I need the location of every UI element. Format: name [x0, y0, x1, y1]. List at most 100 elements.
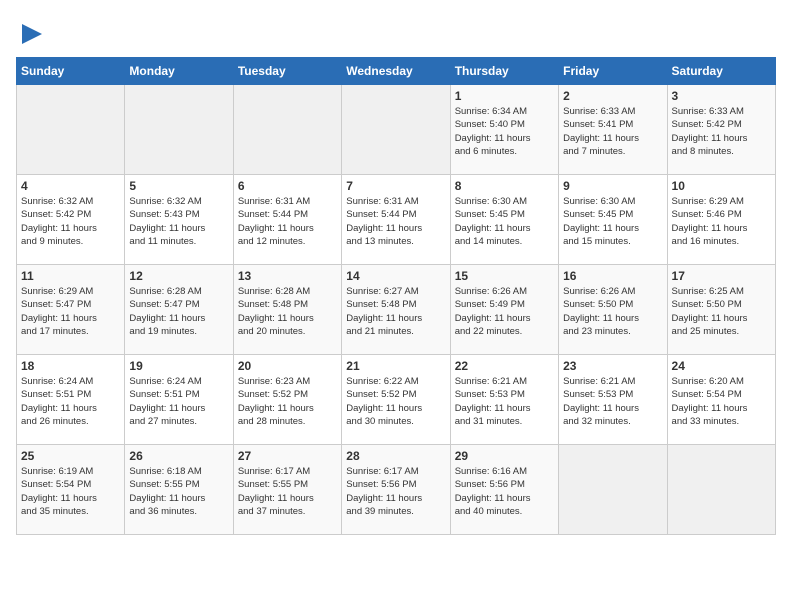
day-info: Sunrise: 6:25 AM Sunset: 5:50 PM Dayligh…: [672, 285, 771, 338]
dow-monday: Monday: [125, 58, 233, 85]
dow-sunday: Sunday: [17, 58, 125, 85]
day-info: Sunrise: 6:17 AM Sunset: 5:56 PM Dayligh…: [346, 465, 445, 518]
calendar-cell: [667, 445, 775, 535]
day-number: 23: [563, 359, 662, 373]
day-number: 17: [672, 269, 771, 283]
week-row-3: 18 Sunrise: 6:24 AM Sunset: 5:51 PM Dayli…: [17, 355, 776, 445]
logo-flag-icon: [18, 20, 46, 48]
day-info: Sunrise: 6:18 AM Sunset: 5:55 PM Dayligh…: [129, 465, 228, 518]
day-number: 21: [346, 359, 445, 373]
day-number: 24: [672, 359, 771, 373]
day-info: Sunrise: 6:34 AM Sunset: 5:40 PM Dayligh…: [455, 105, 554, 158]
day-number: 29: [455, 449, 554, 463]
day-number: 3: [672, 89, 771, 103]
calendar-cell: [559, 445, 667, 535]
day-number: 1: [455, 89, 554, 103]
week-row-2: 11 Sunrise: 6:29 AM Sunset: 5:47 PM Dayli…: [17, 265, 776, 355]
day-number: 16: [563, 269, 662, 283]
dow-tuesday: Tuesday: [233, 58, 341, 85]
calendar-cell: 23 Sunrise: 6:21 AM Sunset: 5:53 PM Dayli…: [559, 355, 667, 445]
day-info: Sunrise: 6:29 AM Sunset: 5:47 PM Dayligh…: [21, 285, 120, 338]
calendar-cell: 22 Sunrise: 6:21 AM Sunset: 5:53 PM Dayli…: [450, 355, 558, 445]
calendar-cell: 13Sunrise: 6:28 AM Sunset: 5:48 PM Dayli…: [233, 265, 341, 355]
day-info: Sunrise: 6:24 AM Sunset: 5:51 PM Dayligh…: [129, 375, 228, 428]
day-info: Sunrise: 6:21 AM Sunset: 5:53 PM Dayligh…: [455, 375, 554, 428]
week-row-1: 4 Sunrise: 6:32 AM Sunset: 5:42 PM Daylig…: [17, 175, 776, 265]
day-number: 15: [455, 269, 554, 283]
day-info: Sunrise: 6:32 AM Sunset: 5:42 PM Dayligh…: [21, 195, 120, 248]
day-info: Sunrise: 6:24 AM Sunset: 5:51 PM Dayligh…: [21, 375, 120, 428]
day-number: 20: [238, 359, 337, 373]
day-info: Sunrise: 6:30 AM Sunset: 5:45 PM Dayligh…: [455, 195, 554, 248]
day-number: 25: [21, 449, 120, 463]
day-number: 9: [563, 179, 662, 193]
day-number: 12: [129, 269, 228, 283]
calendar-table: SundayMondayTuesdayWednesdayThursdayFrid…: [16, 57, 776, 535]
day-number: 22: [455, 359, 554, 373]
day-number: 28: [346, 449, 445, 463]
day-number: 2: [563, 89, 662, 103]
day-number: 7: [346, 179, 445, 193]
calendar-cell: 15 Sunrise: 6:26 AM Sunset: 5:49 PM Dayli…: [450, 265, 558, 355]
day-number: 18: [21, 359, 120, 373]
day-of-week-header-row: SundayMondayTuesdayWednesdayThursdayFrid…: [17, 58, 776, 85]
day-number: 11: [21, 269, 120, 283]
dow-friday: Friday: [559, 58, 667, 85]
calendar-cell: 16Sunrise: 6:26 AM Sunset: 5:50 PM Dayli…: [559, 265, 667, 355]
day-info: Sunrise: 6:20 AM Sunset: 5:54 PM Dayligh…: [672, 375, 771, 428]
calendar-cell: 9 Sunrise: 6:30 AM Sunset: 5:45 PM Daylig…: [559, 175, 667, 265]
calendar-cell: 3 Sunrise: 6:33 AM Sunset: 5:42 PM Daylig…: [667, 85, 775, 175]
calendar-cell: 6 Sunrise: 6:31 AM Sunset: 5:44 PM Daylig…: [233, 175, 341, 265]
dow-saturday: Saturday: [667, 58, 775, 85]
week-row-4: 25 Sunrise: 6:19 AM Sunset: 5:54 PM Dayli…: [17, 445, 776, 535]
calendar-cell: 14 Sunrise: 6:27 AM Sunset: 5:48 PM Dayli…: [342, 265, 450, 355]
day-info: Sunrise: 6:33 AM Sunset: 5:41 PM Dayligh…: [563, 105, 662, 158]
calendar-cell: 5 Sunrise: 6:32 AM Sunset: 5:43 PM Daylig…: [125, 175, 233, 265]
page-header: [16, 16, 776, 53]
calendar-cell: 24 Sunrise: 6:20 AM Sunset: 5:54 PM Dayli…: [667, 355, 775, 445]
calendar-cell: 21 Sunrise: 6:22 AM Sunset: 5:52 PM Dayli…: [342, 355, 450, 445]
day-info: Sunrise: 6:32 AM Sunset: 5:43 PM Dayligh…: [129, 195, 228, 248]
calendar-cell: 10Sunrise: 6:29 AM Sunset: 5:46 PM Dayli…: [667, 175, 775, 265]
dow-thursday: Thursday: [450, 58, 558, 85]
day-info: Sunrise: 6:27 AM Sunset: 5:48 PM Dayligh…: [346, 285, 445, 338]
day-number: 10: [672, 179, 771, 193]
day-info: Sunrise: 6:21 AM Sunset: 5:53 PM Dayligh…: [563, 375, 662, 428]
calendar-cell: [342, 85, 450, 175]
calendar-cell: 12Sunrise: 6:28 AM Sunset: 5:47 PM Dayli…: [125, 265, 233, 355]
day-number: 26: [129, 449, 228, 463]
calendar-cell: 29 Sunrise: 6:16 AM Sunset: 5:56 PM Dayli…: [450, 445, 558, 535]
day-info: Sunrise: 6:23 AM Sunset: 5:52 PM Dayligh…: [238, 375, 337, 428]
day-number: 6: [238, 179, 337, 193]
calendar-cell: 18 Sunrise: 6:24 AM Sunset: 5:51 PM Dayli…: [17, 355, 125, 445]
day-info: Sunrise: 6:22 AM Sunset: 5:52 PM Dayligh…: [346, 375, 445, 428]
calendar-cell: 27Sunrise: 6:17 AM Sunset: 5:55 PM Dayli…: [233, 445, 341, 535]
calendar-cell: 26 Sunrise: 6:18 AM Sunset: 5:55 PM Dayli…: [125, 445, 233, 535]
day-number: 14: [346, 269, 445, 283]
calendar-cell: [233, 85, 341, 175]
day-info: Sunrise: 6:31 AM Sunset: 5:44 PM Dayligh…: [346, 195, 445, 248]
calendar-cell: [125, 85, 233, 175]
day-number: 5: [129, 179, 228, 193]
day-info: Sunrise: 6:33 AM Sunset: 5:42 PM Dayligh…: [672, 105, 771, 158]
calendar-cell: 25 Sunrise: 6:19 AM Sunset: 5:54 PM Dayli…: [17, 445, 125, 535]
calendar-cell: 28 Sunrise: 6:17 AM Sunset: 5:56 PM Dayli…: [342, 445, 450, 535]
day-info: Sunrise: 6:28 AM Sunset: 5:48 PM Dayligh…: [238, 285, 337, 338]
day-info: Sunrise: 6:19 AM Sunset: 5:54 PM Dayligh…: [21, 465, 120, 518]
calendar-cell: 1 Sunrise: 6:34 AM Sunset: 5:40 PM Daylig…: [450, 85, 558, 175]
day-info: Sunrise: 6:16 AM Sunset: 5:56 PM Dayligh…: [455, 465, 554, 518]
day-number: 19: [129, 359, 228, 373]
calendar-cell: 19 Sunrise: 6:24 AM Sunset: 5:51 PM Dayli…: [125, 355, 233, 445]
day-info: Sunrise: 6:26 AM Sunset: 5:49 PM Dayligh…: [455, 285, 554, 338]
day-info: Sunrise: 6:31 AM Sunset: 5:44 PM Dayligh…: [238, 195, 337, 248]
calendar-cell: 8 Sunrise: 6:30 AM Sunset: 5:45 PM Daylig…: [450, 175, 558, 265]
calendar-cell: 4 Sunrise: 6:32 AM Sunset: 5:42 PM Daylig…: [17, 175, 125, 265]
day-info: Sunrise: 6:30 AM Sunset: 5:45 PM Dayligh…: [563, 195, 662, 248]
day-number: 27: [238, 449, 337, 463]
calendar-body: 1 Sunrise: 6:34 AM Sunset: 5:40 PM Daylig…: [17, 85, 776, 535]
day-number: 8: [455, 179, 554, 193]
calendar-cell: [17, 85, 125, 175]
day-number: 4: [21, 179, 120, 193]
calendar-cell: 2 Sunrise: 6:33 AM Sunset: 5:41 PM Daylig…: [559, 85, 667, 175]
calendar-cell: 7 Sunrise: 6:31 AM Sunset: 5:44 PM Daylig…: [342, 175, 450, 265]
